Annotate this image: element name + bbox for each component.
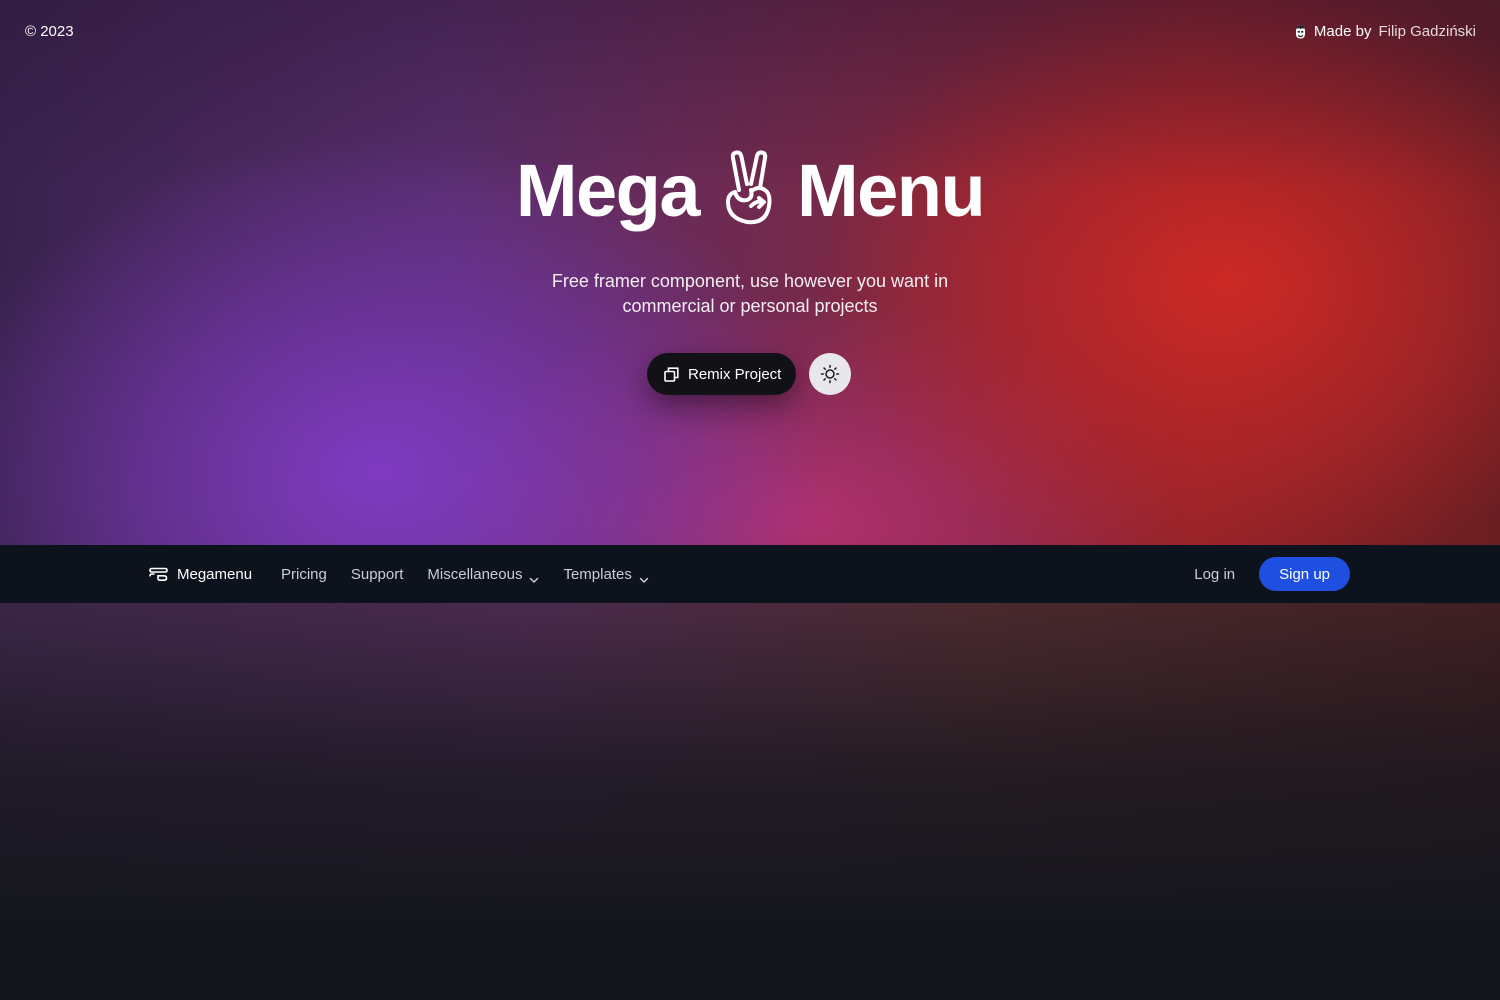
nav-link-label: Templates [563,565,632,583]
brand-link[interactable]: Megamenu [149,545,252,603]
remix-project-label: Remix Project [688,365,782,383]
subtitle: Free framer component, use however you w… [500,269,1000,319]
subtitle-line-2: commercial or personal projects [622,296,878,316]
navbar: Megamenu Pricing Support Miscellaneous T… [0,545,1500,603]
title-left: Mega [515,149,701,232]
nav-link-miscellaneous[interactable]: Miscellaneous [427,566,539,583]
megamenu-logo-icon [149,566,168,582]
sun-icon [820,364,840,384]
nav-link-label: Pricing [281,565,327,583]
page: © 2023 Made by Filip Gadziński Mega Menu… [0,0,1500,1000]
theme-toggle-button[interactable] [809,353,852,395]
nav-link-label: Miscellaneous [427,565,523,583]
signup-button[interactable]: Sign up [1259,557,1350,591]
copy-icon [664,366,679,382]
subtitle-line-1: Free framer component, use however you w… [551,271,949,291]
nav-link-label: Support [350,565,404,583]
nav-link-support[interactable]: Support [351,566,404,583]
face-icon [1294,24,1307,40]
title-right: Menu [796,149,986,232]
brand-name: Megamenu [177,565,253,583]
cta-row: Remix Project [647,353,852,395]
copyright-text: © 2023 [25,23,74,40]
lower-background [0,603,1500,1000]
chevron-down-icon [639,571,649,583]
remix-project-button[interactable]: Remix Project [647,353,797,395]
nav-links: Pricing Support Miscellaneous Templates [281,545,649,603]
chevron-down-icon [529,571,539,583]
login-link[interactable]: Log in [1194,566,1235,583]
made-by-label: Made by [1313,23,1372,40]
author-link[interactable]: Filip Gadziński [1378,23,1476,40]
nav-auth: Log in Sign up [1194,545,1350,603]
nav-link-pricing[interactable]: Pricing [281,566,327,583]
made-by[interactable]: Made by Filip Gadziński [1294,23,1476,40]
peace-hand-icon [721,149,775,226]
nav-link-templates[interactable]: Templates [563,565,649,583]
page-title: Mega Menu [0,148,1500,233]
